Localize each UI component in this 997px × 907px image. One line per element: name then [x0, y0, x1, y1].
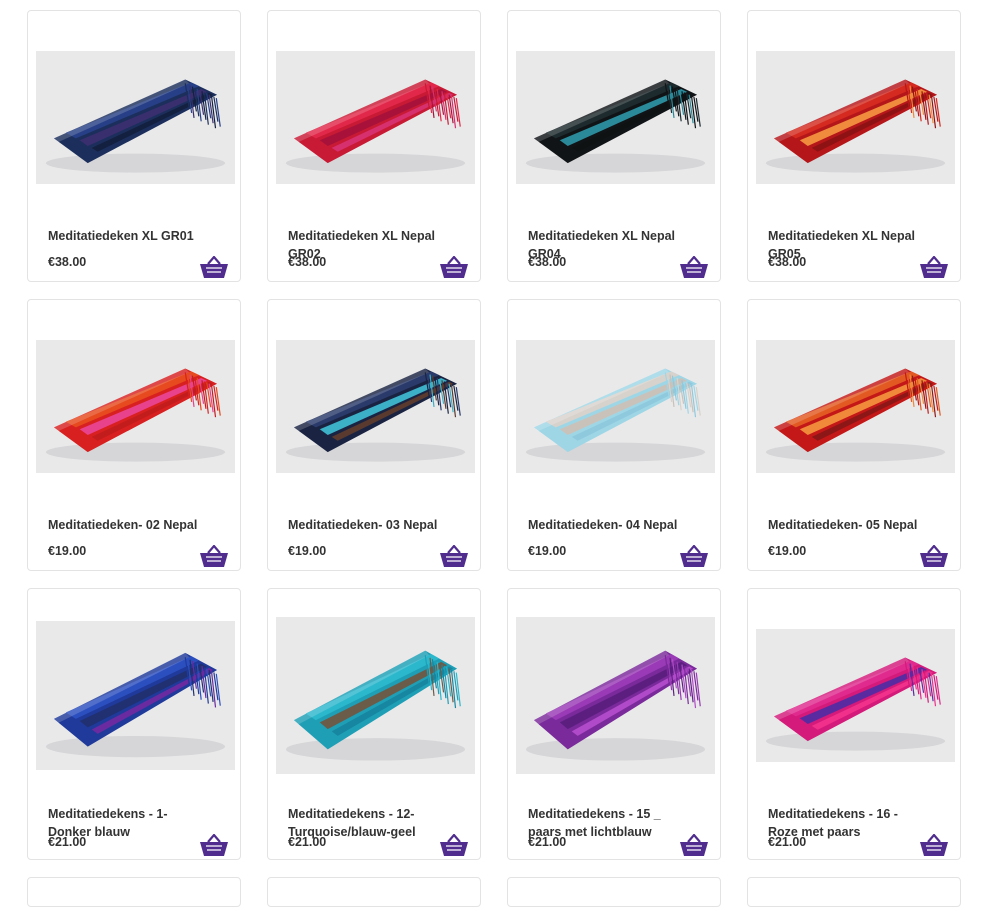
- product-price: €38.00: [768, 255, 807, 269]
- product-grid: Meditatiedeken XL GR01 €38.00 Meditatied…: [0, 0, 997, 907]
- product-name[interactable]: Meditatiedeken- 04 Nepal: [528, 516, 688, 534]
- product-card[interactable]: Meditatiedeken- 05 Nepal €19.00: [747, 299, 961, 571]
- blanket-illustration: [276, 51, 475, 184]
- product-image[interactable]: [516, 617, 715, 774]
- blanket-illustration: [756, 51, 955, 184]
- blanket-illustration: [516, 340, 715, 473]
- product-card[interactable]: Meditatiedeken- 04 Nepal €19.00: [507, 299, 721, 571]
- product-image[interactable]: [276, 51, 475, 184]
- product-image[interactable]: [276, 340, 475, 473]
- product-card[interactable]: Meditatiedeken XL Nepal GR04 €38.00: [507, 10, 721, 282]
- product-price: €19.00: [768, 544, 807, 558]
- product-price: €19.00: [288, 544, 327, 558]
- basket-icon[interactable]: [920, 545, 948, 567]
- product-card[interactable]: Meditatiedeken XL Nepal GR02 €38.00: [267, 10, 481, 282]
- basket-icon[interactable]: [680, 256, 708, 278]
- basket-icon[interactable]: [200, 545, 228, 567]
- product-card-partial[interactable]: [27, 877, 241, 907]
- blanket-illustration: [516, 617, 715, 774]
- product-image[interactable]: [36, 51, 235, 184]
- product-image[interactable]: [36, 621, 235, 770]
- product-price: €21.00: [768, 835, 807, 849]
- product-image[interactable]: [36, 340, 235, 473]
- basket-icon[interactable]: [440, 545, 468, 567]
- product-price: €38.00: [48, 255, 87, 269]
- product-card[interactable]: Meditatiedekens - 16 - Roze met paars €2…: [747, 588, 961, 860]
- basket-icon[interactable]: [200, 834, 228, 856]
- product-price: €21.00: [288, 835, 327, 849]
- product-image[interactable]: [756, 340, 955, 473]
- blanket-illustration: [36, 340, 235, 473]
- product-image[interactable]: [276, 617, 475, 774]
- blanket-illustration: [756, 340, 955, 473]
- blanket-illustration: [276, 340, 475, 473]
- basket-icon[interactable]: [440, 834, 468, 856]
- product-name[interactable]: Meditatiedeken- 03 Nepal: [288, 516, 448, 534]
- product-card[interactable]: Meditatiedekens - 1- Donker blauw €21.00: [27, 588, 241, 860]
- blanket-illustration: [36, 621, 235, 770]
- basket-icon[interactable]: [680, 834, 708, 856]
- product-name[interactable]: Meditatiedeken XL GR01: [48, 227, 208, 245]
- blanket-illustration: [276, 617, 475, 774]
- product-card-partial[interactable]: [507, 877, 721, 907]
- product-name[interactable]: Meditatiedeken- 02 Nepal: [48, 516, 208, 534]
- product-price: €38.00: [288, 255, 327, 269]
- product-price: €21.00: [48, 835, 87, 849]
- product-card[interactable]: Meditatiedeken- 03 Nepal €19.00: [267, 299, 481, 571]
- product-card[interactable]: Meditatiedeken XL Nepal GR05 €38.00: [747, 10, 961, 282]
- product-card[interactable]: Meditatiedekens - 15 _ paars met lichtbl…: [507, 588, 721, 860]
- blanket-illustration: [516, 51, 715, 184]
- product-card-partial[interactable]: [747, 877, 961, 907]
- basket-icon[interactable]: [200, 256, 228, 278]
- product-price: €21.00: [528, 835, 567, 849]
- basket-icon[interactable]: [440, 256, 468, 278]
- product-card[interactable]: Meditatiedeken- 02 Nepal €19.00: [27, 299, 241, 571]
- basket-icon[interactable]: [920, 834, 948, 856]
- product-card[interactable]: Meditatiedeken XL GR01 €38.00: [27, 10, 241, 282]
- blanket-illustration: [36, 51, 235, 184]
- product-name[interactable]: Meditatiedeken- 05 Nepal: [768, 516, 928, 534]
- product-image[interactable]: [516, 51, 715, 184]
- product-image[interactable]: [756, 629, 955, 762]
- product-price: €38.00: [528, 255, 567, 269]
- product-image[interactable]: [756, 51, 955, 184]
- blanket-illustration: [756, 629, 955, 762]
- product-price: €19.00: [528, 544, 567, 558]
- product-card[interactable]: Meditatiedekens - 12- Turquoise/blauw-ge…: [267, 588, 481, 860]
- product-card-partial[interactable]: [267, 877, 481, 907]
- basket-icon[interactable]: [680, 545, 708, 567]
- product-price: €19.00: [48, 544, 87, 558]
- basket-icon[interactable]: [920, 256, 948, 278]
- product-image[interactable]: [516, 340, 715, 473]
